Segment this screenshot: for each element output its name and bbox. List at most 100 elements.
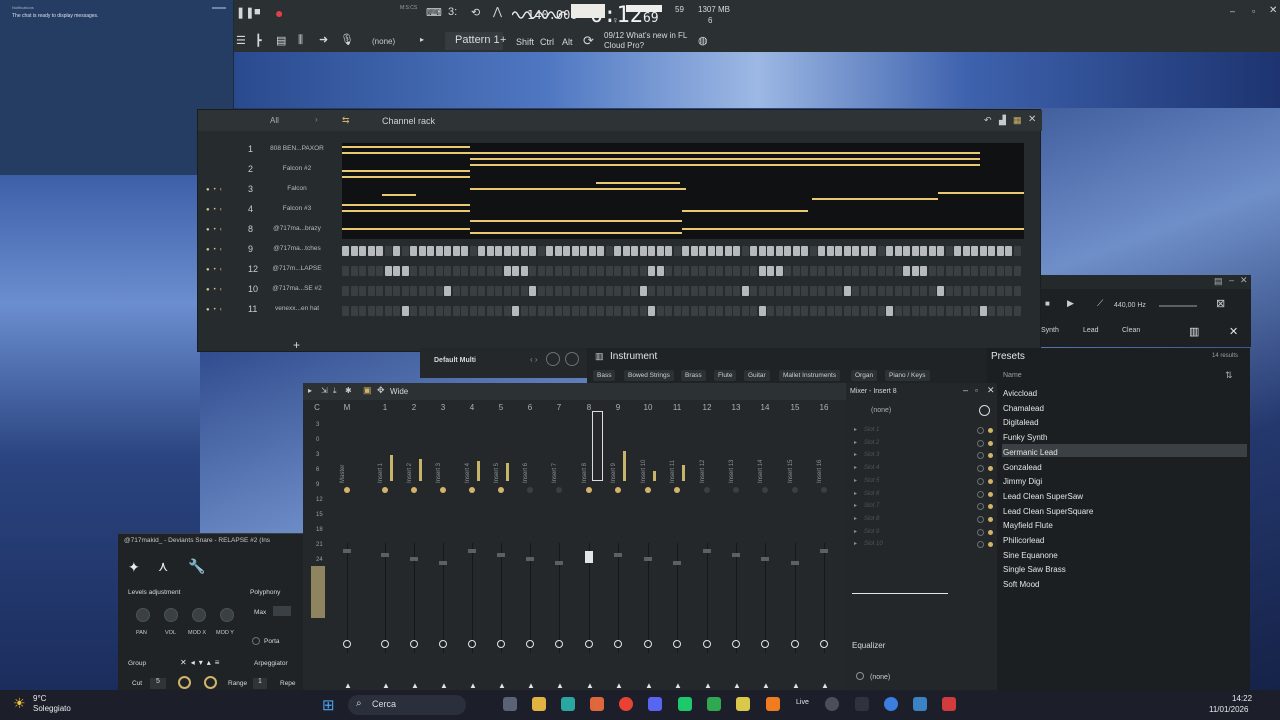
pan-knob[interactable] — [411, 487, 417, 493]
step-button[interactable] — [733, 266, 740, 276]
step-button[interactable] — [971, 306, 978, 316]
step-button[interactable] — [622, 246, 630, 256]
step-button[interactable] — [546, 246, 553, 256]
slot-arrow-icon[interactable]: ▸ — [854, 540, 857, 547]
effect-slot[interactable]: ▸ Slot 6 — [846, 489, 997, 501]
pattern-selector[interactable]: Pattern 1 — [445, 32, 503, 50]
channel-number[interactable]: 4 — [248, 204, 253, 214]
step-button[interactable] — [869, 246, 876, 256]
step-button[interactable] — [877, 246, 885, 256]
slot-arrow-icon[interactable]: ▸ — [854, 515, 857, 522]
step-button[interactable] — [886, 246, 893, 256]
weather-description[interactable]: Soleggiato — [33, 704, 71, 713]
mixer-track-label[interactable]: Insert 14 — [758, 460, 764, 483]
step-button[interactable] — [546, 306, 553, 316]
route-button[interactable] — [732, 640, 740, 648]
step-button[interactable] — [384, 306, 392, 316]
channel-number[interactable]: 10 — [248, 284, 258, 294]
step-button[interactable] — [758, 286, 766, 296]
step-button[interactable] — [342, 306, 349, 316]
step-button[interactable] — [580, 286, 587, 296]
pan-knob[interactable] — [821, 487, 827, 493]
step-button[interactable] — [563, 266, 570, 276]
loop-record-icon[interactable]: ⟲ — [471, 6, 480, 19]
step-button[interactable] — [503, 286, 511, 296]
step-button[interactable] — [690, 286, 698, 296]
step-button[interactable] — [614, 266, 621, 276]
step-button[interactable] — [401, 246, 409, 256]
step-button[interactable] — [452, 266, 460, 276]
step-button[interactable] — [954, 306, 961, 316]
mixer-track-label[interactable]: Insert 2 — [407, 463, 413, 483]
step-button[interactable] — [903, 246, 910, 256]
step-button[interactable] — [979, 246, 987, 256]
step-button[interactable] — [1013, 286, 1021, 296]
multi-knob-b[interactable] — [565, 352, 579, 366]
slot-enable-led[interactable] — [988, 542, 993, 548]
volume-fader[interactable] — [497, 553, 505, 557]
step-button[interactable] — [869, 286, 876, 296]
step-button[interactable] — [418, 306, 426, 316]
insert-knob[interactable] — [979, 405, 990, 416]
step-button[interactable] — [945, 246, 953, 256]
step-button[interactable] — [605, 246, 613, 256]
step-button[interactable] — [767, 306, 774, 316]
send-arrow-icon[interactable]: ▲ — [344, 681, 352, 690]
note[interactable] — [470, 188, 686, 190]
step-button[interactable] — [724, 266, 732, 276]
note[interactable] — [342, 204, 470, 206]
uvi-menu-icon[interactable]: ▤ — [1214, 276, 1223, 287]
channel-number[interactable]: 11 — [248, 304, 257, 314]
slot-enable-led[interactable] — [988, 529, 993, 535]
step-button[interactable] — [444, 306, 451, 316]
step-button[interactable] — [359, 286, 366, 296]
pan-knob[interactable] — [674, 487, 680, 493]
slot-enable-led[interactable] — [988, 516, 993, 522]
step-button[interactable] — [614, 286, 621, 296]
step-button[interactable] — [758, 306, 766, 316]
step-button[interactable] — [818, 286, 825, 296]
effect-slot[interactable]: ▸ Slot 10 — [846, 539, 997, 551]
step-button[interactable] — [376, 286, 383, 296]
step-button[interactable] — [605, 306, 613, 316]
step-button[interactable] — [818, 266, 825, 276]
step-button[interactable] — [342, 246, 349, 256]
channel-name[interactable]: 808 BEN...PAXOR — [268, 145, 326, 152]
step-button[interactable] — [529, 246, 536, 256]
keyboard-icon[interactable]: ▥ — [1189, 325, 1199, 338]
step-button[interactable] — [911, 306, 919, 316]
wrench-tab-icon[interactable]: 🔧 — [188, 558, 205, 575]
step-button[interactable] — [512, 286, 519, 296]
step-button[interactable] — [665, 246, 672, 256]
step-button[interactable] — [724, 246, 732, 256]
step-button[interactable] — [996, 306, 1004, 316]
step-button[interactable] — [427, 286, 434, 296]
step-button[interactable] — [724, 286, 732, 296]
step-button[interactable] — [461, 246, 468, 256]
globe-icon[interactable]: ◍ — [698, 34, 708, 47]
channel-rack-close-icon[interactable]: ✕ — [1028, 114, 1036, 125]
steam-icon[interactable] — [884, 697, 898, 711]
pan-knob[interactable] — [527, 487, 533, 493]
step-sequencer[interactable] — [342, 246, 1024, 256]
step-button[interactable] — [690, 266, 698, 276]
step-button[interactable] — [860, 306, 868, 316]
app-icon[interactable] — [913, 697, 927, 711]
volume-fader[interactable] — [468, 549, 476, 553]
send-arrow-icon[interactable]: ▲ — [704, 681, 712, 690]
step-button[interactable] — [656, 246, 664, 256]
step-button[interactable] — [877, 266, 885, 276]
edge-icon[interactable] — [561, 697, 575, 711]
step-button[interactable] — [452, 306, 460, 316]
step-button[interactable] — [682, 286, 689, 296]
step-button[interactable] — [478, 246, 485, 256]
category-brass[interactable]: Brass — [681, 370, 706, 381]
step-button[interactable] — [673, 286, 681, 296]
send-arrow-icon[interactable]: ▲ — [498, 681, 506, 690]
step-button[interactable] — [767, 246, 774, 256]
step-button[interactable] — [758, 266, 766, 276]
preset-item[interactable]: Soft Mood — [1003, 580, 1039, 589]
step-button[interactable] — [1005, 306, 1012, 316]
step-button[interactable] — [563, 246, 570, 256]
mixer-track-label[interactable]: Insert 5 — [494, 463, 500, 483]
